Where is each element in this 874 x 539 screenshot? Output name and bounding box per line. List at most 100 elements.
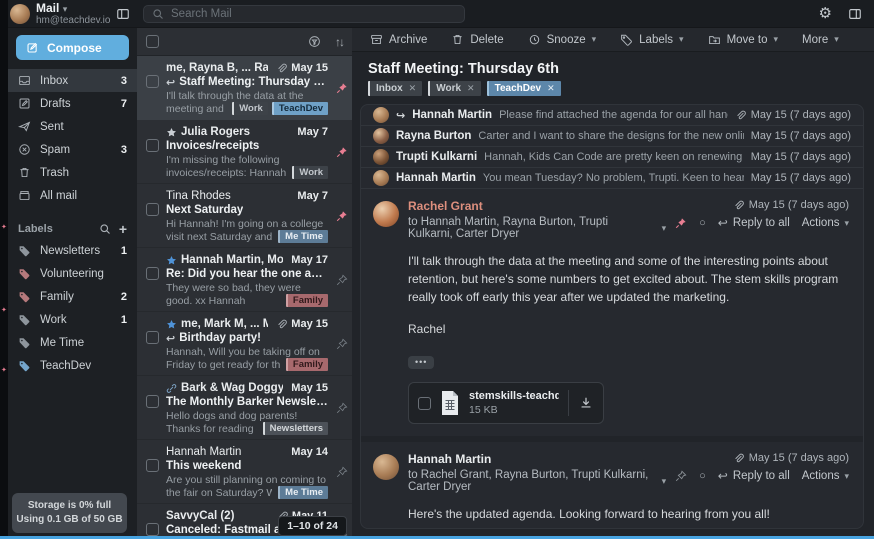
sender-name: Trupti Kulkarni xyxy=(396,151,477,163)
sidebar-item-inbox[interactable]: Inbox3 xyxy=(8,69,137,92)
pin-icon[interactable] xyxy=(675,217,687,229)
sidebar-label-work[interactable]: Work1 xyxy=(8,308,137,331)
email-checkbox[interactable] xyxy=(146,331,159,344)
attachment-checkbox[interactable] xyxy=(418,397,431,410)
reading-pane-toggle-icon[interactable] xyxy=(848,7,862,21)
label-chip-teachdev[interactable]: TeachDev✕ xyxy=(487,81,561,96)
email-checkbox[interactable] xyxy=(146,203,159,216)
email-checkbox[interactable] xyxy=(146,267,159,280)
label-chip[interactable]: Family xyxy=(286,358,328,371)
attachment-card[interactable]: stemskills-teachdev.xlsx 15 KB xyxy=(408,382,604,424)
show-quoted-text-button[interactable]: ••• xyxy=(408,356,434,369)
label-chip-inbox[interactable]: Inbox✕ xyxy=(368,81,422,96)
delete-button[interactable]: Delete xyxy=(451,33,503,46)
email-row-6[interactable]: Bark & Wag Doggy DaycareMay 15The Monthl… xyxy=(137,376,352,440)
pin-icon[interactable] xyxy=(335,317,349,371)
date: May 14 xyxy=(291,446,328,458)
email-checkbox[interactable] xyxy=(146,523,159,536)
move-to-button[interactable]: Move to▾ xyxy=(708,33,778,46)
sidebar-label-newsletters[interactable]: Newsletters1 xyxy=(8,239,137,262)
pin-icon[interactable] xyxy=(335,61,349,115)
pin-icon[interactable] xyxy=(675,470,687,482)
chevron-down-icon[interactable]: ▾ xyxy=(662,476,667,487)
unread-count: 1 xyxy=(121,314,127,326)
email-row-4[interactable]: Hannah Martin, Mom (4)May 17Re: Did you … xyxy=(137,248,352,312)
label-chip[interactable]: Newsletters xyxy=(263,422,328,435)
label-chip[interactable]: Work xyxy=(292,166,328,179)
collapsed-message-4[interactable]: Hannah MartinYou mean Tuesday? No proble… xyxy=(361,168,863,189)
close-icon[interactable]: ✕ xyxy=(409,81,417,96)
sender-name[interactable]: Rachel Grant xyxy=(408,199,666,213)
email-row-2[interactable]: Julia RogersMay 7Invoices/receiptsI'm mi… xyxy=(137,120,352,184)
pin-icon[interactable] xyxy=(335,189,349,243)
label-chip[interactable]: TeachDev xyxy=(272,102,328,115)
sidebar-item-trash[interactable]: Trash xyxy=(8,161,137,184)
actions-button[interactable]: Actions▾ xyxy=(802,470,849,482)
star-icon[interactable] xyxy=(166,255,177,266)
sidebar-item-drafts[interactable]: Drafts7 xyxy=(8,92,137,115)
email-checkbox[interactable] xyxy=(146,459,159,472)
snooze-button[interactable]: Snooze▾ xyxy=(528,33,597,46)
more-button[interactable]: More▾ xyxy=(802,34,839,46)
collapsed-message-3[interactable]: Trupti KulkarniHannah, Kids Can Code are… xyxy=(361,147,863,168)
sort-icon[interactable]: ↑↓ xyxy=(335,35,343,49)
select-all-checkbox[interactable] xyxy=(146,35,159,48)
chevron-down-icon: ▾ xyxy=(834,34,839,45)
label-chip[interactable]: Family xyxy=(286,294,328,307)
download-icon[interactable] xyxy=(568,390,603,416)
sidebar-toggle-icon[interactable] xyxy=(116,7,130,21)
reply-to-all-button[interactable]: ↩Reply to all xyxy=(718,216,790,230)
pin-icon[interactable] xyxy=(335,125,349,179)
pin-icon[interactable] xyxy=(335,253,349,307)
reply-to-all-button[interactable]: ↩Reply to all xyxy=(718,469,790,483)
label-chip-work[interactable]: Work✕ xyxy=(428,81,480,96)
chevron-down-icon: ▾ xyxy=(679,34,684,45)
collapsed-message-1[interactable]: ↪Hannah MartinPlease find attached the a… xyxy=(361,105,863,126)
filter-pinned-icon[interactable] xyxy=(308,35,321,48)
recipients-line[interactable]: to Hannah Martin, Rayna Burton, Trupti K… xyxy=(408,216,666,240)
subject: Next Saturday xyxy=(166,204,243,216)
email-row-1[interactable]: me, Rayna B, ... Rachel G (6)May 15↩Staf… xyxy=(137,56,352,120)
email-row-5[interactable]: me, Mark M, ... Mary G (8)May 15↩Birthda… xyxy=(137,312,352,376)
email-row-3[interactable]: Tina RhodesMay 7Next SaturdayHi Hannah! … xyxy=(137,184,352,248)
email-checkbox[interactable] xyxy=(146,139,159,152)
label-search-icon[interactable] xyxy=(99,223,111,235)
mark-unread-icon[interactable]: ○ xyxy=(699,217,706,229)
sender-name[interactable]: Hannah Martin xyxy=(408,452,666,466)
close-icon[interactable]: ✕ xyxy=(467,81,475,96)
account-avatar[interactable] xyxy=(10,4,30,24)
sidebar-label-teachdev[interactable]: TeachDev xyxy=(8,354,137,377)
recipients-line[interactable]: to Rachel Grant, Rayna Burton, Trupti Ku… xyxy=(408,469,666,493)
add-label-icon[interactable]: + xyxy=(119,223,127,235)
compose-button[interactable]: Compose xyxy=(16,35,129,60)
star-icon[interactable] xyxy=(166,319,177,330)
email-checkbox[interactable] xyxy=(146,75,159,88)
pin-icon[interactable] xyxy=(335,381,349,435)
label-chip[interactable]: Me Time xyxy=(278,486,328,499)
chevron-down-icon[interactable]: ▾ xyxy=(662,223,667,234)
collapsed-message-2[interactable]: Rayna BurtonCarter and I want to share t… xyxy=(361,126,863,147)
sidebar-label-volunteering[interactable]: Volunteering xyxy=(8,262,137,285)
gear-icon[interactable]: ⚙ xyxy=(819,6,832,21)
mark-unread-icon[interactable]: ○ xyxy=(699,470,706,482)
close-icon[interactable]: ✕ xyxy=(547,81,555,96)
sidebar-item-sent[interactable]: Sent xyxy=(8,115,137,138)
actions-button[interactable]: Actions▾ xyxy=(802,217,849,229)
pin-icon[interactable] xyxy=(335,445,349,499)
sidebar-label-family[interactable]: Family2 xyxy=(8,285,137,308)
sidebar-label-me-time[interactable]: Me Time xyxy=(8,331,137,354)
app-title[interactable]: Mail ▾ xyxy=(36,2,110,15)
sidebar-item-spam[interactable]: Spam3 xyxy=(8,138,137,161)
star-icon[interactable] xyxy=(166,127,177,138)
account-switcher[interactable]: Mail ▾ hm@teachdev.io xyxy=(8,2,137,26)
sidebar-item-all-mail[interactable]: All mail xyxy=(8,184,137,207)
archive-button[interactable]: Archive xyxy=(370,33,427,46)
search-input[interactable]: Search Mail xyxy=(143,5,465,23)
storage-usage: Using 0.1 GB of 50 GB xyxy=(16,513,123,527)
labels-button[interactable]: Labels▾ xyxy=(620,33,683,46)
label-chip[interactable]: Work xyxy=(232,102,268,115)
archive-icon xyxy=(370,33,383,46)
label-chip[interactable]: Me Time xyxy=(278,230,328,243)
email-checkbox[interactable] xyxy=(146,395,159,408)
email-row-7[interactable]: Hannah MartinMay 14This weekendAre you s… xyxy=(137,440,352,504)
